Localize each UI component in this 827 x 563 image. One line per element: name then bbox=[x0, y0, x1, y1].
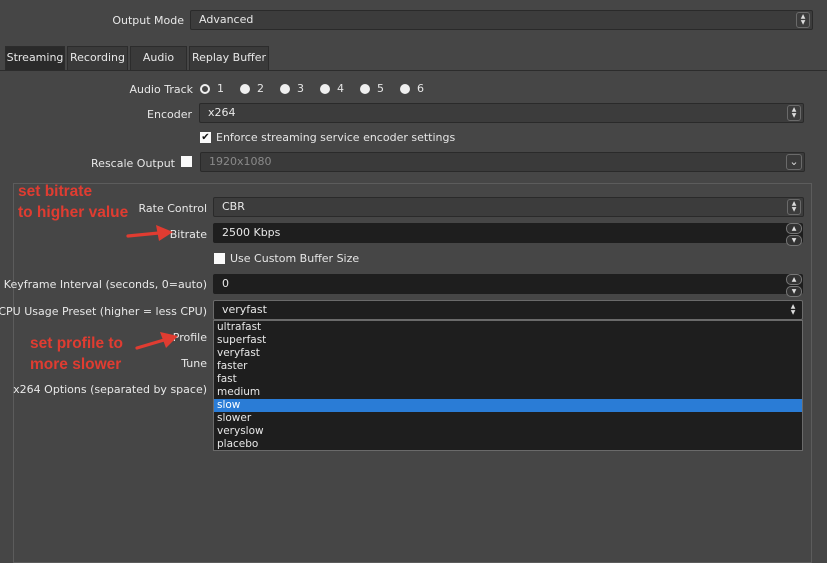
audio-track-option-label: 2 bbox=[257, 82, 264, 95]
tab-recording[interactable]: Recording bbox=[67, 46, 128, 70]
audio-track-option-label: 1 bbox=[217, 82, 224, 95]
audio-track-radio-2[interactable] bbox=[240, 84, 250, 94]
tab-streaming[interactable]: Streaming bbox=[5, 46, 65, 70]
chevron-down-icon: ⌄ bbox=[786, 154, 802, 170]
audio-track-radio-4[interactable] bbox=[320, 84, 330, 94]
keyframe-spin-buttons[interactable]: ▲ ▼ bbox=[786, 274, 802, 297]
enforce-settings-checkbox[interactable]: ✔ bbox=[200, 132, 211, 143]
audio-track-option-label: 4 bbox=[337, 82, 344, 95]
annotation-profile-line2: more slower bbox=[30, 356, 122, 373]
updown-arrows-icon: ▲ ▼ bbox=[796, 12, 810, 28]
output-mode-value: Advanced bbox=[199, 13, 254, 26]
keyframe-interval-value: 0 bbox=[222, 277, 229, 290]
rescale-output-checkbox[interactable] bbox=[181, 156, 192, 167]
audio-track-radio-1[interactable] bbox=[200, 84, 210, 94]
spin-up-icon[interactable]: ▲ bbox=[786, 223, 802, 234]
tab-replay-buffer[interactable]: Replay Buffer bbox=[189, 46, 269, 70]
bitrate-spin-buttons[interactable]: ▲ ▼ bbox=[786, 223, 802, 246]
dropdown-option-veryslow[interactable]: veryslow bbox=[214, 425, 802, 438]
keyframe-interval-label: Keyframe Interval (seconds, 0=auto) bbox=[3, 278, 207, 291]
cpu-preset-dropdown-list: ultrafast superfast veryfast faster fast… bbox=[213, 320, 803, 451]
cpu-preset-value: veryfast bbox=[222, 303, 267, 316]
rate-control-label: Rate Control bbox=[138, 202, 207, 215]
tune-label: Tune bbox=[181, 357, 207, 370]
cpu-preset-select[interactable]: veryfast ▲ ▼ bbox=[213, 300, 803, 320]
keyframe-interval-input[interactable]: 0 ▲ ▼ bbox=[213, 274, 803, 297]
annotation-profile-line1: set profile to bbox=[30, 335, 124, 352]
updown-arrows-icon: ▲ ▼ bbox=[790, 303, 796, 316]
custom-buffer-checkbox[interactable] bbox=[214, 253, 225, 264]
dropdown-option-placebo[interactable]: placebo bbox=[214, 438, 802, 451]
rescale-resolution-value: 1920x1080 bbox=[209, 155, 272, 168]
dropdown-option-fast[interactable]: fast bbox=[214, 373, 802, 386]
audio-track-radio-5[interactable] bbox=[360, 84, 370, 94]
encoder-value: x264 bbox=[208, 106, 236, 119]
updown-arrows-icon: ▲ ▼ bbox=[787, 199, 801, 215]
tab-bar-divider bbox=[0, 70, 827, 71]
annotation-bitrate-line2: to higher value bbox=[18, 204, 129, 221]
updown-arrows-icon: ▲ ▼ bbox=[787, 105, 801, 121]
audio-track-option-label: 5 bbox=[377, 82, 384, 95]
dropdown-option-slower[interactable]: slower bbox=[214, 412, 802, 425]
rescale-resolution-select: 1920x1080 ⌄ bbox=[200, 152, 805, 172]
rate-control-select[interactable]: CBR ▲ ▼ bbox=[213, 197, 804, 217]
dropdown-option-slow[interactable]: slow bbox=[214, 399, 802, 412]
audio-track-option-label: 6 bbox=[417, 82, 424, 95]
audio-track-radio-3[interactable] bbox=[280, 84, 290, 94]
bitrate-input[interactable]: 2500 Kbps ▲ ▼ bbox=[213, 223, 803, 246]
spin-up-icon[interactable]: ▲ bbox=[786, 274, 802, 285]
audio-track-radio-6[interactable] bbox=[400, 84, 410, 94]
x264-options-label: x264 Options (separated by space) bbox=[13, 383, 207, 396]
output-mode-select[interactable]: Advanced ▲ ▼ bbox=[190, 10, 813, 30]
rescale-output-label: Rescale Output bbox=[91, 157, 175, 170]
annotation-arrow-profile-icon bbox=[135, 332, 178, 350]
encoder-select[interactable]: x264 ▲ ▼ bbox=[199, 103, 804, 123]
dropdown-option-faster[interactable]: faster bbox=[214, 360, 802, 373]
annotation-arrow-bitrate-icon bbox=[126, 225, 173, 241]
audio-track-option-label: 3 bbox=[297, 82, 304, 95]
output-mode-label: Output Mode bbox=[112, 14, 184, 27]
encoder-label: Encoder bbox=[147, 108, 192, 121]
rate-control-value: CBR bbox=[222, 200, 245, 213]
custom-buffer-label: Use Custom Buffer Size bbox=[230, 252, 360, 265]
tab-audio[interactable]: Audio bbox=[130, 46, 187, 70]
bitrate-value: 2500 Kbps bbox=[222, 226, 281, 239]
cpu-preset-label: CPU Usage Preset (higher = less CPU) bbox=[0, 305, 207, 318]
dropdown-option-ultrafast[interactable]: ultrafast bbox=[214, 321, 802, 334]
dropdown-option-veryfast[interactable]: veryfast bbox=[214, 347, 802, 360]
spin-down-icon[interactable]: ▼ bbox=[786, 235, 802, 246]
enforce-settings-label: Enforce streaming service encoder settin… bbox=[216, 131, 456, 144]
audio-track-label: Audio Track bbox=[129, 83, 193, 96]
spin-down-icon[interactable]: ▼ bbox=[786, 286, 802, 297]
annotation-bitrate-line1: set bitrate bbox=[18, 183, 93, 200]
dropdown-option-superfast[interactable]: superfast bbox=[214, 334, 802, 347]
audio-track-radio-group: 1 2 3 4 5 6 bbox=[200, 82, 424, 96]
dropdown-option-medium[interactable]: medium bbox=[214, 386, 802, 399]
